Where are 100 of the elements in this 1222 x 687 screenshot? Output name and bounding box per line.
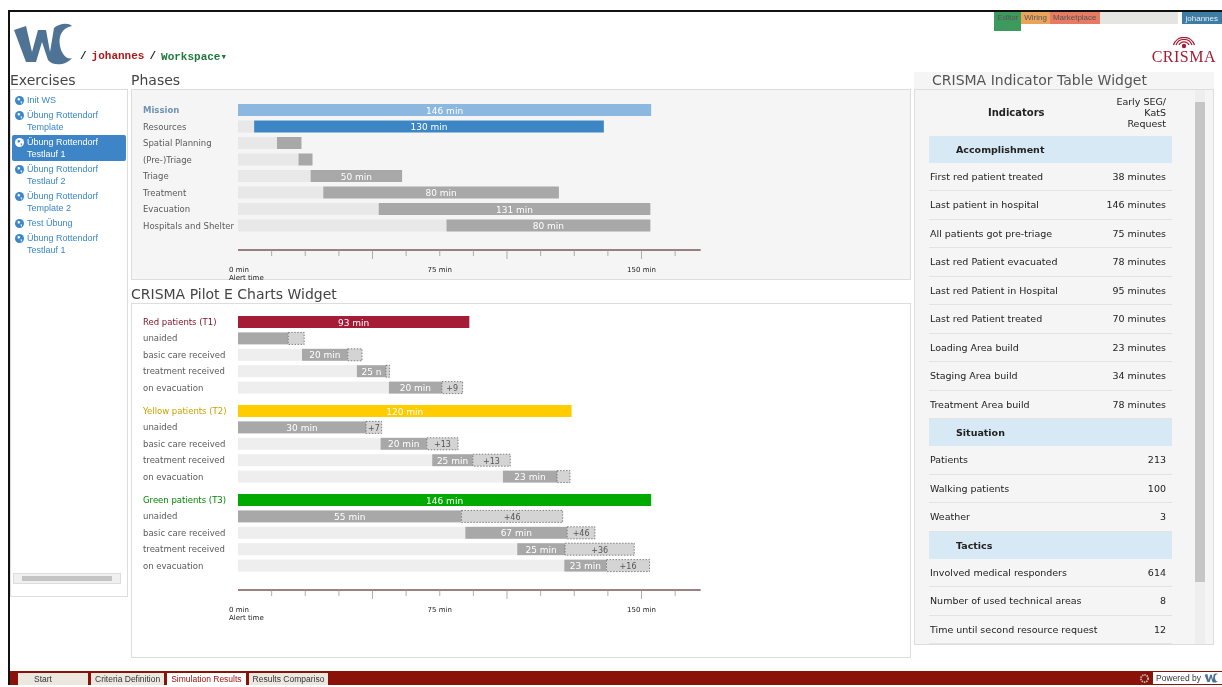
duration-bar: 146 min	[238, 104, 652, 116]
view-tab[interactable]: Marketplace	[1049, 12, 1100, 24]
indicator-name: Weather	[929, 502, 1104, 531]
indicator-name: Walking patients	[929, 474, 1104, 503]
delay-bar: +36	[564, 542, 635, 556]
panel-title: Exercises	[10, 72, 77, 89]
delay-bar: +7	[365, 421, 383, 434]
breadcrumb-separator: /	[80, 50, 87, 63]
category-label: treatment received	[143, 544, 225, 555]
gear-icon[interactable]	[1140, 673, 1150, 683]
globe-icon	[15, 137, 24, 147]
category-label: Evacuation	[143, 204, 191, 214]
duration-bar: 120 min	[238, 405, 572, 417]
workspace-tab[interactable]: Results Compariso	[248, 673, 329, 685]
category-label: (Pre-)Triage	[143, 154, 192, 165]
duration-bar: 25 n	[356, 365, 386, 378]
category-label: Resources	[143, 121, 187, 132]
duration-bar: 131 min	[378, 203, 651, 215]
brand-logo-text: CRISMA	[1151, 49, 1216, 65]
category-label: Spatial Planning	[143, 138, 212, 148]
duration-bar: 55 min	[238, 510, 462, 523]
category-label: unaided	[143, 333, 178, 344]
duration-bar: 50 min	[310, 170, 403, 182]
panel-title: CRISMA Pilot E Charts Widget	[131, 286, 338, 303]
globe-icon	[15, 233, 24, 243]
breadcrumb-separator: /	[149, 50, 157, 63]
delay-bar: +13	[472, 453, 511, 467]
delay-bar	[385, 364, 390, 378]
delay-bar: +46	[566, 526, 596, 540]
duration-bar: 80 min	[323, 186, 559, 199]
indicator-name: Staging Area build	[929, 361, 1104, 390]
section-header: Tactics	[929, 531, 1172, 559]
vertical-scrollbar[interactable]	[1195, 90, 1205, 644]
category-label: basic care received	[143, 438, 226, 449]
globe-icon	[15, 218, 24, 228]
exercise-item[interactable]: Übung Rottendorf Testlauf 1	[12, 135, 126, 161]
column-header: Indicators	[929, 90, 1104, 136]
indicator-value: 75 minutes	[1103, 219, 1172, 248]
view-tab[interactable]: Wiring	[1021, 12, 1050, 24]
indicator-name: Loading Area build	[929, 333, 1104, 362]
indicator-value: 614	[1103, 558, 1172, 587]
indicator-name: Involved medical responders	[929, 558, 1104, 587]
delay-bar: +13	[426, 437, 459, 451]
column-header: Early SEG/ KatS Request	[1103, 90, 1172, 136]
breadcrumb-link[interactable]: johannes	[91, 50, 145, 63]
exercise-item[interactable]: Übung Rottendorf Testlauf 2	[12, 162, 126, 188]
breadcrumb-link[interactable]: Workspace▾	[161, 50, 228, 63]
globe-icon	[15, 191, 24, 201]
category-label: on evacuation	[143, 560, 204, 571]
wirecloud-logo[interactable]	[12, 22, 72, 66]
indicator-name: Last red Patient evacuated	[929, 247, 1104, 276]
exercise-item[interactable]: Init WS	[12, 93, 126, 107]
category-label: on evacuation	[143, 471, 204, 482]
category-label: treatment received	[143, 366, 225, 377]
duration-bar: 25 min	[517, 543, 566, 556]
indicator-value: 146 minutes	[1103, 190, 1172, 219]
panel-title: Phases	[131, 72, 182, 89]
duration-bar	[238, 332, 289, 345]
exercise-item[interactable]: Übung Rottendorf Testlauf 1	[12, 231, 126, 257]
category-label: Mission	[143, 105, 180, 115]
indicator-value: 100	[1103, 474, 1172, 503]
indicator-value: 78 minutes	[1103, 390, 1172, 419]
indicator-value: 78 minutes	[1103, 247, 1172, 276]
duration-bar: 30 min	[238, 421, 367, 434]
delay-bar	[556, 470, 571, 483]
workspace-tab[interactable]: Start	[18, 673, 88, 685]
exercise-item[interactable]: Test Übung	[12, 216, 126, 230]
workspace-tab[interactable]: Simulation Results	[167, 673, 246, 685]
category-label: unaided	[143, 422, 178, 433]
horizontal-scrollbar[interactable]	[13, 573, 121, 584]
category-label: Red patients (T1)	[143, 317, 217, 327]
exercise-item[interactable]: Übung Rottendorf Template	[12, 108, 126, 134]
category-label: Hospitals and Shelter	[143, 220, 234, 231]
delay-bar	[347, 348, 363, 362]
category-label: treatment received	[143, 455, 225, 466]
indicator-name: Patients	[929, 446, 1104, 474]
duration-bar: 20 min	[380, 437, 427, 450]
workspace-tab[interactable]: Criteria Definition	[91, 673, 165, 685]
duration-bar: 93 min	[238, 316, 470, 328]
view-tab[interactable]: Editor	[994, 12, 1022, 31]
indicator-value: 34 minutes	[1103, 361, 1172, 390]
duration-bar: 23 min	[502, 470, 558, 483]
category-label: Yellow patients (T2)	[143, 406, 227, 416]
exercise-item[interactable]: Übung Rottendorf Template 2	[12, 189, 126, 215]
delay-bar: +16	[606, 559, 650, 572]
duration-bar: 67 min	[465, 526, 568, 539]
indicator-value: 23 minutes	[1103, 333, 1172, 362]
indicator-name: Number of used technical areas	[929, 586, 1104, 615]
indicator-value: 12	[1103, 615, 1172, 644]
user-menu-button[interactable]: johannes	[1181, 12, 1222, 24]
delay-bar: +9	[441, 381, 463, 394]
category-label: basic care received	[143, 349, 226, 360]
globe-icon	[15, 164, 24, 174]
panel-title: CRISMA Indicator Table Widget	[914, 72, 1214, 89]
globe-icon	[15, 95, 24, 105]
signal-icon	[1172, 37, 1195, 49]
category-label: Green patients (T3)	[143, 495, 227, 505]
section-header: Accomplishment	[929, 135, 1172, 163]
duration-bar: 80 min	[446, 219, 651, 232]
duration-bar: 23 min	[564, 559, 607, 572]
